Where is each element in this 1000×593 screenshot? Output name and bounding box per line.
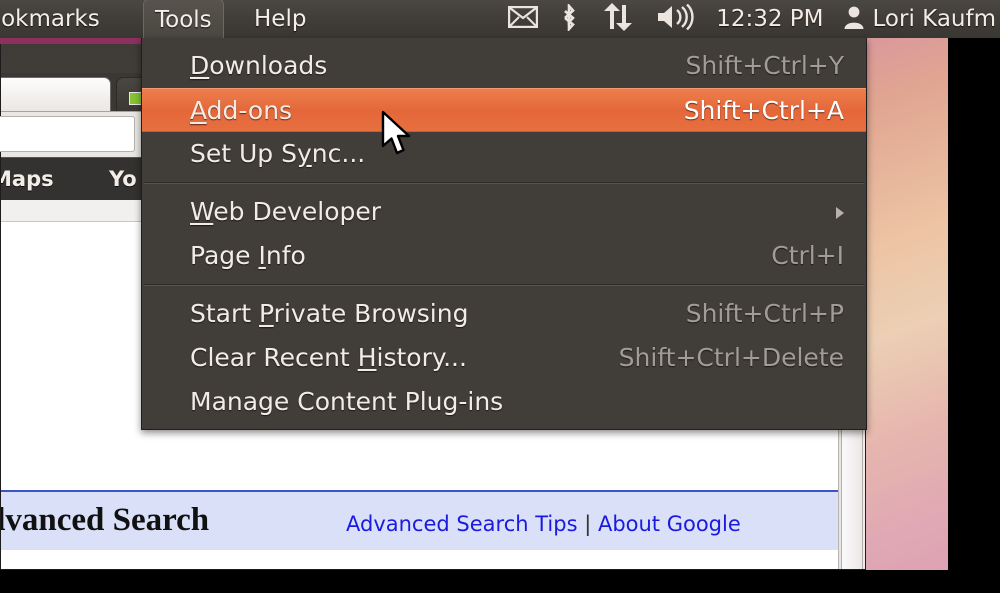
menu-item-clear-recent-history[interactable]: Clear Recent History... Shift+Ctrl+Delet… — [142, 336, 866, 380]
tab-advanced-search[interactable] — [1, 77, 111, 111]
menu-item-label: Web Developer — [190, 197, 382, 226]
menu-help[interactable]: Help — [243, 0, 317, 38]
menu-item-shortcut: Shift+Ctrl+Delete — [618, 343, 844, 372]
link-separator: | — [577, 512, 598, 536]
menu-item-shortcut: Shift+Ctrl+Y — [685, 51, 844, 80]
screen: rch - Mozi com/adva Maps Yo dvanced Sear… — [0, 0, 1000, 593]
screen-edge-right — [948, 0, 1000, 593]
menu-item-manage-content-plugins[interactable]: Manage Content Plug-ins — [142, 380, 866, 424]
menu-item-label: Add-ons — [190, 96, 293, 125]
page-links: Advanced Search Tips | About Google — [346, 512, 741, 536]
google-advanced-search-banner: dvanced Search Advanced Search Tips | Ab… — [1, 490, 841, 550]
menu-item-label: Set Up Sync... — [190, 139, 366, 168]
tools-dropdown-menu: Downloads Shift+Ctrl+Y Add-ons Shift+Ctr… — [141, 38, 867, 430]
chevron-right-icon — [836, 207, 844, 219]
panel-accent-bar — [0, 38, 141, 44]
menu-tools[interactable]: Tools — [143, 0, 224, 39]
menu-item-label: Manage Content Plug-ins — [190, 387, 504, 416]
indicator-area: 12:32 PM Lori Kaufm — [497, 0, 1000, 38]
bluetooth-icon — [560, 2, 578, 35]
user-icon — [843, 5, 865, 33]
menu-item-shortcut: Shift+Ctrl+A — [683, 96, 844, 125]
speaker-icon — [656, 3, 696, 34]
messaging-indicator[interactable] — [497, 0, 549, 38]
unity-top-panel: ookmarks Tools Help — [0, 0, 1000, 39]
menu-bookmarks[interactable]: ookmarks — [0, 0, 111, 38]
username-label[interactable]: Lori Kaufm — [869, 6, 1000, 32]
up-down-arrows-icon — [600, 3, 634, 35]
menu-separator — [144, 284, 864, 286]
page-heading: dvanced Search — [1, 502, 210, 538]
menu-item-web-developer[interactable]: Web Developer — [142, 190, 866, 234]
bookmark-maps[interactable]: Maps — [1, 167, 54, 191]
bookmark-youtube[interactable]: Yo — [109, 167, 137, 191]
menu-item-add-ons[interactable]: Add-ons Shift+Ctrl+A — [142, 88, 866, 132]
network-indicator[interactable] — [589, 0, 645, 38]
menu-item-shortcut: Shift+Ctrl+P — [685, 299, 844, 328]
menu-item-downloads[interactable]: Downloads Shift+Ctrl+Y — [142, 44, 866, 88]
menu-item-set-up-sync[interactable]: Set Up Sync... — [142, 132, 866, 176]
url-input[interactable]: com/adva — [0, 116, 135, 152]
menu-item-label: Clear Recent History... — [190, 343, 467, 372]
link-about-google[interactable]: About Google — [598, 512, 741, 536]
screen-edge-bottom — [0, 570, 1000, 593]
envelope-icon — [507, 5, 539, 32]
volume-indicator[interactable] — [645, 0, 707, 38]
menu-item-start-private-browsing[interactable]: Start Private Browsing Shift+Ctrl+P — [142, 292, 866, 336]
link-advanced-search-tips[interactable]: Advanced Search Tips — [346, 512, 578, 536]
menu-item-label: Downloads — [190, 51, 328, 80]
clock-indicator[interactable]: 12:32 PM — [707, 6, 832, 32]
menu-item-page-info[interactable]: Page Info Ctrl+I — [142, 234, 866, 278]
menu-item-label: Start Private Browsing — [190, 299, 469, 328]
menu-item-shortcut: Ctrl+I — [771, 241, 844, 270]
menu-item-label: Page Info — [190, 241, 306, 270]
menu-separator — [144, 182, 864, 184]
session-indicator[interactable] — [833, 0, 869, 38]
bluetooth-indicator[interactable] — [549, 0, 589, 38]
